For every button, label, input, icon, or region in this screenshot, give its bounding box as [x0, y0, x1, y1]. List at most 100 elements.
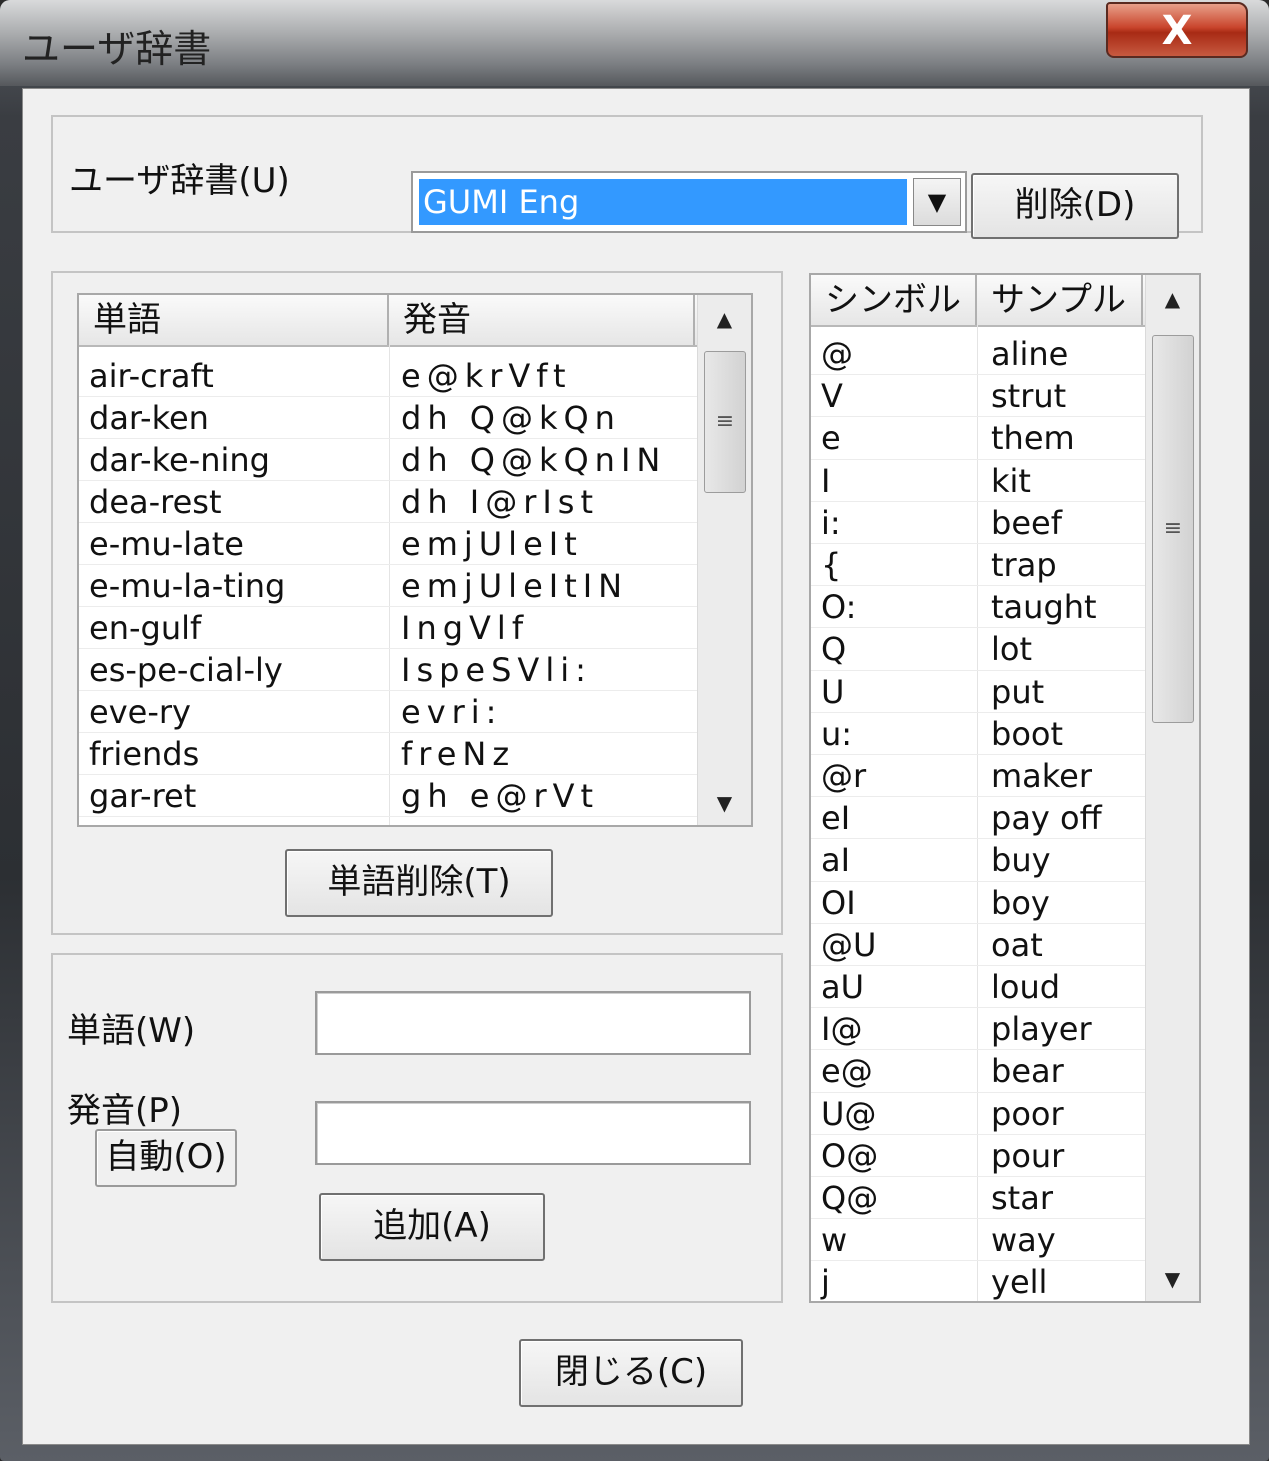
column-header-symbol[interactable]: シンボル: [811, 275, 977, 325]
table-row[interactable]: dar-ken dh Q@kQn: [79, 397, 697, 439]
sample-cell: put: [991, 673, 1045, 711]
list-item[interactable]: eI pay off: [811, 797, 1145, 839]
list-item[interactable]: Uput: [811, 671, 1145, 713]
table-row[interactable]: e-mu-late emjUleIt: [79, 523, 697, 565]
word-list-group: 単語 発音 air-craft e@krVft dar-ken dh Q@kQn dar…: [51, 271, 783, 935]
sample-cell: trap: [991, 546, 1057, 584]
pronunciation-cell: dh I@rIst: [401, 483, 600, 521]
table-row[interactable]: eve-ry evri:: [79, 691, 697, 733]
scroll-up-arrow-icon[interactable]: ▲: [698, 299, 751, 339]
table-row[interactable]: air-craft e@krVft: [79, 355, 697, 397]
symbol-cell: Q@: [821, 1179, 879, 1217]
list-item[interactable]: aI buy: [811, 839, 1145, 881]
list-item[interactable]: aU loud: [811, 966, 1145, 1008]
table-row[interactable]: en-gulf IngVlf: [79, 607, 697, 649]
delete-dictionary-button[interactable]: 削除(D): [971, 173, 1179, 239]
sample-cell: yell: [991, 1263, 1048, 1301]
dictionary-combobox[interactable]: GUMI Eng ▼: [411, 171, 967, 233]
sample-cell: loud: [991, 968, 1061, 1006]
dialog-window: ユーザ辞書 X ユーザ辞書(U) GUMI Eng ▼ 削除(D) 単語 発音 …: [0, 0, 1269, 1461]
column-header-pronunciation[interactable]: 発音: [389, 295, 695, 345]
sample-cell: way: [991, 1221, 1056, 1259]
symbol-cell: eI: [821, 799, 851, 837]
symbol-cell: @r: [821, 757, 867, 795]
pronunciation-cell: IngVlf: [401, 609, 530, 647]
symbol-cell: U: [821, 673, 845, 711]
dropdown-arrow-icon[interactable]: ▼: [913, 178, 961, 226]
delete-word-button[interactable]: 単語削除(T): [285, 849, 553, 917]
sample-cell: kit: [991, 462, 1031, 500]
entry-group: 単語(W) 発音(P) 自動(O) 追加(A): [51, 953, 783, 1303]
dictionary-group: ユーザ辞書(U) GUMI Eng ▼ 削除(D): [51, 115, 1203, 239]
auto-pronunciation-button[interactable]: 自動(O): [95, 1129, 237, 1187]
list-item[interactable]: u: boot: [811, 713, 1145, 755]
symbol-cell: @: [821, 335, 853, 373]
list-item[interactable]: O@ pour: [811, 1135, 1145, 1177]
title-bar[interactable]: ユーザ辞書 X: [0, 0, 1269, 86]
list-item[interactable]: @r maker: [811, 755, 1145, 797]
add-word-button[interactable]: 追加(A): [319, 1193, 545, 1261]
scroll-up-arrow-icon[interactable]: ▲: [1146, 279, 1199, 319]
table-row[interactable]: dar-ke-ning dh Q@kQnIN: [79, 439, 697, 481]
pronunciation-cell: dh Q@kQn: [401, 399, 621, 437]
list-item[interactable]: Qlot: [811, 628, 1145, 670]
list-item[interactable]: @U oat: [811, 924, 1145, 966]
sample-cell: star: [991, 1179, 1053, 1217]
symbol-cell: Q: [821, 630, 847, 668]
close-dialog-button[interactable]: 閉じる(C): [519, 1339, 743, 1407]
symbol-cell: OI: [821, 884, 856, 922]
sample-cell: boy: [991, 884, 1050, 922]
list-item[interactable]: j yell: [811, 1261, 1145, 1301]
list-item[interactable]: O: taught: [811, 586, 1145, 628]
list-item[interactable]: Ikit: [811, 460, 1145, 502]
table-row[interactable]: es-pe-cial-ly IspeSVli:: [79, 649, 697, 691]
word-field-label: 単語(W): [67, 1011, 196, 1051]
word-cell: dar-ken: [89, 399, 209, 437]
sample-cell: pay off: [991, 799, 1102, 837]
list-item[interactable]: i: beef: [811, 502, 1145, 544]
list-item[interactable]: e@ bear: [811, 1050, 1145, 1092]
list-item[interactable]: e them: [811, 417, 1145, 459]
word-input[interactable]: [315, 991, 751, 1055]
word-cell: gar-ret: [89, 777, 197, 815]
pronunciation-cell: IspeSVli:: [401, 651, 592, 689]
word-cell: friends: [89, 735, 200, 773]
word-listview[interactable]: 単語 発音 air-craft e@krVft dar-ken dh Q@kQn dar…: [77, 293, 753, 827]
word-list-scrollbar[interactable]: ▲ ≡ ▼: [697, 295, 751, 825]
list-item[interactable]: I@ player: [811, 1008, 1145, 1050]
list-item[interactable]: {trap: [811, 544, 1145, 586]
scroll-thumb[interactable]: ≡: [1152, 335, 1194, 723]
window-title: ユーザ辞書: [22, 27, 212, 71]
column-header-word[interactable]: 単語: [79, 295, 389, 345]
close-window-button[interactable]: X: [1106, 2, 1248, 58]
scroll-thumb[interactable]: ≡: [704, 351, 746, 493]
list-item[interactable]: OI boy: [811, 882, 1145, 924]
sample-cell: pour: [991, 1137, 1065, 1175]
list-item[interactable]: U@ poor: [811, 1093, 1145, 1135]
list-item[interactable]: Vstrut: [811, 375, 1145, 417]
sample-cell: lot: [991, 630, 1033, 668]
table-row[interactable]: gar-ret gh e@rVt: [79, 775, 697, 817]
list-item[interactable]: w way: [811, 1219, 1145, 1261]
column-header-sample[interactable]: サンプル: [977, 275, 1143, 325]
symbol-cell: I@: [821, 1010, 863, 1048]
pronunciation-cell: freNz: [401, 735, 516, 773]
pronunciation-input[interactable]: [315, 1101, 751, 1165]
pronunciation-cell: dh Q@kQnIN: [401, 441, 667, 479]
table-row[interactable]: friends freNz: [79, 733, 697, 775]
table-row[interactable]: dea-rest dh I@rIst: [79, 481, 697, 523]
row-divider: [79, 816, 697, 817]
sample-cell: them: [991, 419, 1075, 457]
symbol-cell: @U: [821, 926, 877, 964]
scroll-down-arrow-icon[interactable]: ▼: [1146, 1259, 1199, 1299]
sample-cell: taught: [991, 588, 1097, 626]
list-item[interactable]: @ aline: [811, 333, 1145, 375]
symbol-list-scrollbar[interactable]: ▲ ≡ ▼: [1145, 275, 1199, 1301]
scroll-down-arrow-icon[interactable]: ▼: [698, 783, 751, 823]
symbol-cell: O@: [821, 1137, 879, 1175]
word-cell: air-craft: [89, 357, 214, 395]
table-row[interactable]: e-mu-la-ting emjUleItIN: [79, 565, 697, 607]
pronunciation-cell: emjUleIt: [401, 525, 583, 563]
symbol-listview[interactable]: シンボル サンプル @ aline Vstrut e them Ikit i: beef{tr…: [809, 273, 1201, 1303]
list-item[interactable]: Q@ star: [811, 1177, 1145, 1219]
